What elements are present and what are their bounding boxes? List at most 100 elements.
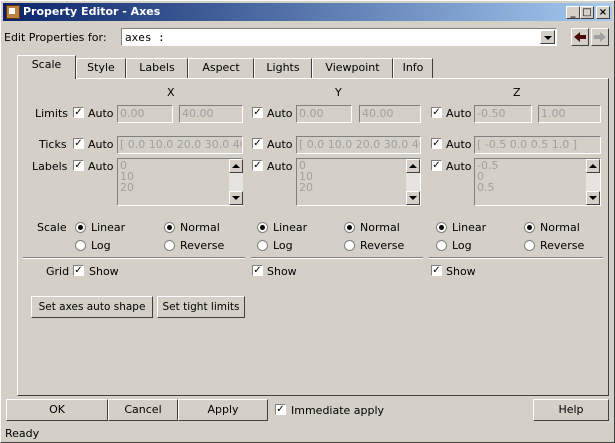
title-bar[interactable]: Property Editor - Axes _ □ × <box>3 3 612 21</box>
x-scale-log-radio[interactable] <box>75 240 86 251</box>
y-direction-normal-label: Normal <box>360 221 400 234</box>
z-scale-linear-radio[interactable] <box>436 222 447 233</box>
z-labels-scrollbar[interactable] <box>586 159 600 205</box>
y-limit-max-field[interactable]: 40.00 <box>359 105 421 123</box>
target-object-value: axes : <box>125 31 165 44</box>
y-limit-min-field[interactable]: 0.00 <box>296 105 352 123</box>
y-labels-list[interactable]: 0 10 20 <box>296 158 421 206</box>
z-direction-normal-radio[interactable] <box>524 222 535 233</box>
x-ticks-auto-checkbox[interactable]: ✓ <box>73 138 84 149</box>
z-ticks-auto-label: Auto <box>446 138 472 151</box>
y-direction-reverse-radio[interactable] <box>344 240 355 251</box>
set-tight-limits-button[interactable]: Set tight limits <box>157 296 245 318</box>
close-button[interactable]: × <box>596 6 610 19</box>
scale-label: Scale <box>37 221 67 234</box>
forward-arrow-icon[interactable] <box>591 28 609 46</box>
x-grid-show-label: Show <box>89 265 119 278</box>
tab-aspect[interactable]: Aspect <box>188 58 254 78</box>
minimize-button[interactable]: _ <box>566 6 580 19</box>
x-scale-linear-radio[interactable] <box>75 222 86 233</box>
status-text: Ready <box>5 427 40 440</box>
x-limit-max-field[interactable]: 40.00 <box>179 105 243 123</box>
x-labels-auto-checkbox[interactable]: ✓ <box>73 160 84 171</box>
z-limits-auto-label: Auto <box>446 107 472 120</box>
z-grid-checkbox[interactable]: ✓ <box>431 265 442 276</box>
z-direction-reverse-label: Reverse <box>540 239 585 252</box>
scroll-up-icon[interactable] <box>586 159 600 173</box>
property-editor-window: Property Editor - Axes _ □ × Edit Proper… <box>0 0 615 443</box>
x-axis-header: X <box>167 86 175 99</box>
scroll-down-icon[interactable] <box>406 191 420 205</box>
y-direction-reverse-label: Reverse <box>360 239 405 252</box>
z-scale-linear-label: Linear <box>452 221 487 234</box>
scroll-up-icon[interactable] <box>406 159 420 173</box>
scale-tab-panel <box>17 78 609 396</box>
tab-viewpoint[interactable]: Viewpoint <box>312 58 393 78</box>
scroll-down-icon[interactable] <box>229 191 243 205</box>
tab-style[interactable]: Style <box>76 58 126 78</box>
tab-lights[interactable]: Lights <box>254 58 312 78</box>
y-scale-linear-radio[interactable] <box>257 222 268 233</box>
back-arrow-icon[interactable] <box>571 28 589 46</box>
limits-label: Limits <box>35 107 68 120</box>
x-limit-min-field[interactable]: 0.00 <box>117 105 173 123</box>
y-grid-checkbox[interactable]: ✓ <box>252 265 263 276</box>
chevron-down-icon[interactable] <box>540 30 555 44</box>
x-scale-linear-label: Linear <box>91 221 126 234</box>
x-labels-list[interactable]: 0 10 20 <box>117 158 243 206</box>
scroll-down-icon[interactable] <box>586 191 600 205</box>
y-direction-normal-radio[interactable] <box>344 222 355 233</box>
maximize-button[interactable]: □ <box>580 6 594 19</box>
y-scale-linear-label: Linear <box>273 221 308 234</box>
apply-button[interactable]: Apply <box>178 399 268 421</box>
tab-labels[interactable]: Labels <box>126 58 188 78</box>
z-scale-log-label: Log <box>452 239 472 252</box>
z-limit-min-field[interactable]: -0.50 <box>474 105 532 123</box>
app-icon <box>6 5 20 19</box>
set-axes-auto-shape-button[interactable]: Set axes auto shape <box>31 296 153 318</box>
z-direction-normal-label: Normal <box>540 221 580 234</box>
z-labels-auto-checkbox[interactable]: ✓ <box>431 160 442 171</box>
z-ticks-auto-checkbox[interactable]: ✓ <box>431 138 442 149</box>
help-button[interactable]: Help <box>533 399 609 421</box>
tab-info[interactable]: Info <box>393 58 433 78</box>
edit-properties-label: Edit Properties for: <box>4 31 107 44</box>
z-labels-list[interactable]: -0.5 0 0.5 <box>474 158 601 206</box>
x-ticks-field[interactable]: [ 0.0 10.0 20.0 30.0 40 <box>117 136 243 154</box>
y-labels-scrollbar[interactable] <box>406 159 420 205</box>
y-ticks-auto-checkbox[interactable]: ✓ <box>252 138 263 149</box>
scroll-up-icon[interactable] <box>229 159 243 173</box>
ok-button[interactable]: OK <box>6 399 108 421</box>
target-object-select[interactable]: axes : <box>121 28 557 46</box>
x-limits-auto-checkbox[interactable]: ✓ <box>73 107 84 118</box>
z-scale-log-radio[interactable] <box>436 240 447 251</box>
y-limits-auto-label: Auto <box>267 107 293 120</box>
y-labels-auto-checkbox[interactable]: ✓ <box>252 160 263 171</box>
ticks-label: Ticks <box>39 138 67 151</box>
x-labels-scrollbar[interactable] <box>229 159 243 205</box>
immediate-apply-checkbox[interactable]: ✓ <box>275 404 286 415</box>
x-direction-normal-radio[interactable] <box>164 222 175 233</box>
x-limits-auto-label: Auto <box>88 107 114 120</box>
y-ticks-field[interactable]: [ 0.0 10.0 20.0 30.0 40 <box>296 136 421 154</box>
z-divider <box>429 257 603 259</box>
labels-label: Labels <box>32 160 68 173</box>
x-scale-log-label: Log <box>91 239 111 252</box>
z-limits-auto-checkbox[interactable]: ✓ <box>431 107 442 118</box>
z-axis-header: Z <box>513 86 521 99</box>
x-direction-reverse-label: Reverse <box>180 239 225 252</box>
x-direction-reverse-radio[interactable] <box>164 240 175 251</box>
y-labels-auto-label: Auto <box>267 160 293 173</box>
tab-scale[interactable]: Scale <box>17 55 76 79</box>
z-limit-max-field[interactable]: 1.00 <box>538 105 601 123</box>
x-grid-checkbox[interactable]: ✓ <box>73 265 84 276</box>
cancel-button[interactable]: Cancel <box>108 399 178 421</box>
immediate-apply-label: Immediate apply <box>291 404 385 417</box>
y-axis-header: Y <box>335 86 342 99</box>
y-scale-log-radio[interactable] <box>257 240 268 251</box>
y-limits-auto-checkbox[interactable]: ✓ <box>252 107 263 118</box>
z-direction-reverse-radio[interactable] <box>524 240 535 251</box>
z-ticks-field[interactable]: [ -0.5 0.0 0.5 1.0 ] <box>474 136 601 154</box>
y-divider <box>251 257 423 259</box>
x-ticks-auto-label: Auto <box>88 138 114 151</box>
